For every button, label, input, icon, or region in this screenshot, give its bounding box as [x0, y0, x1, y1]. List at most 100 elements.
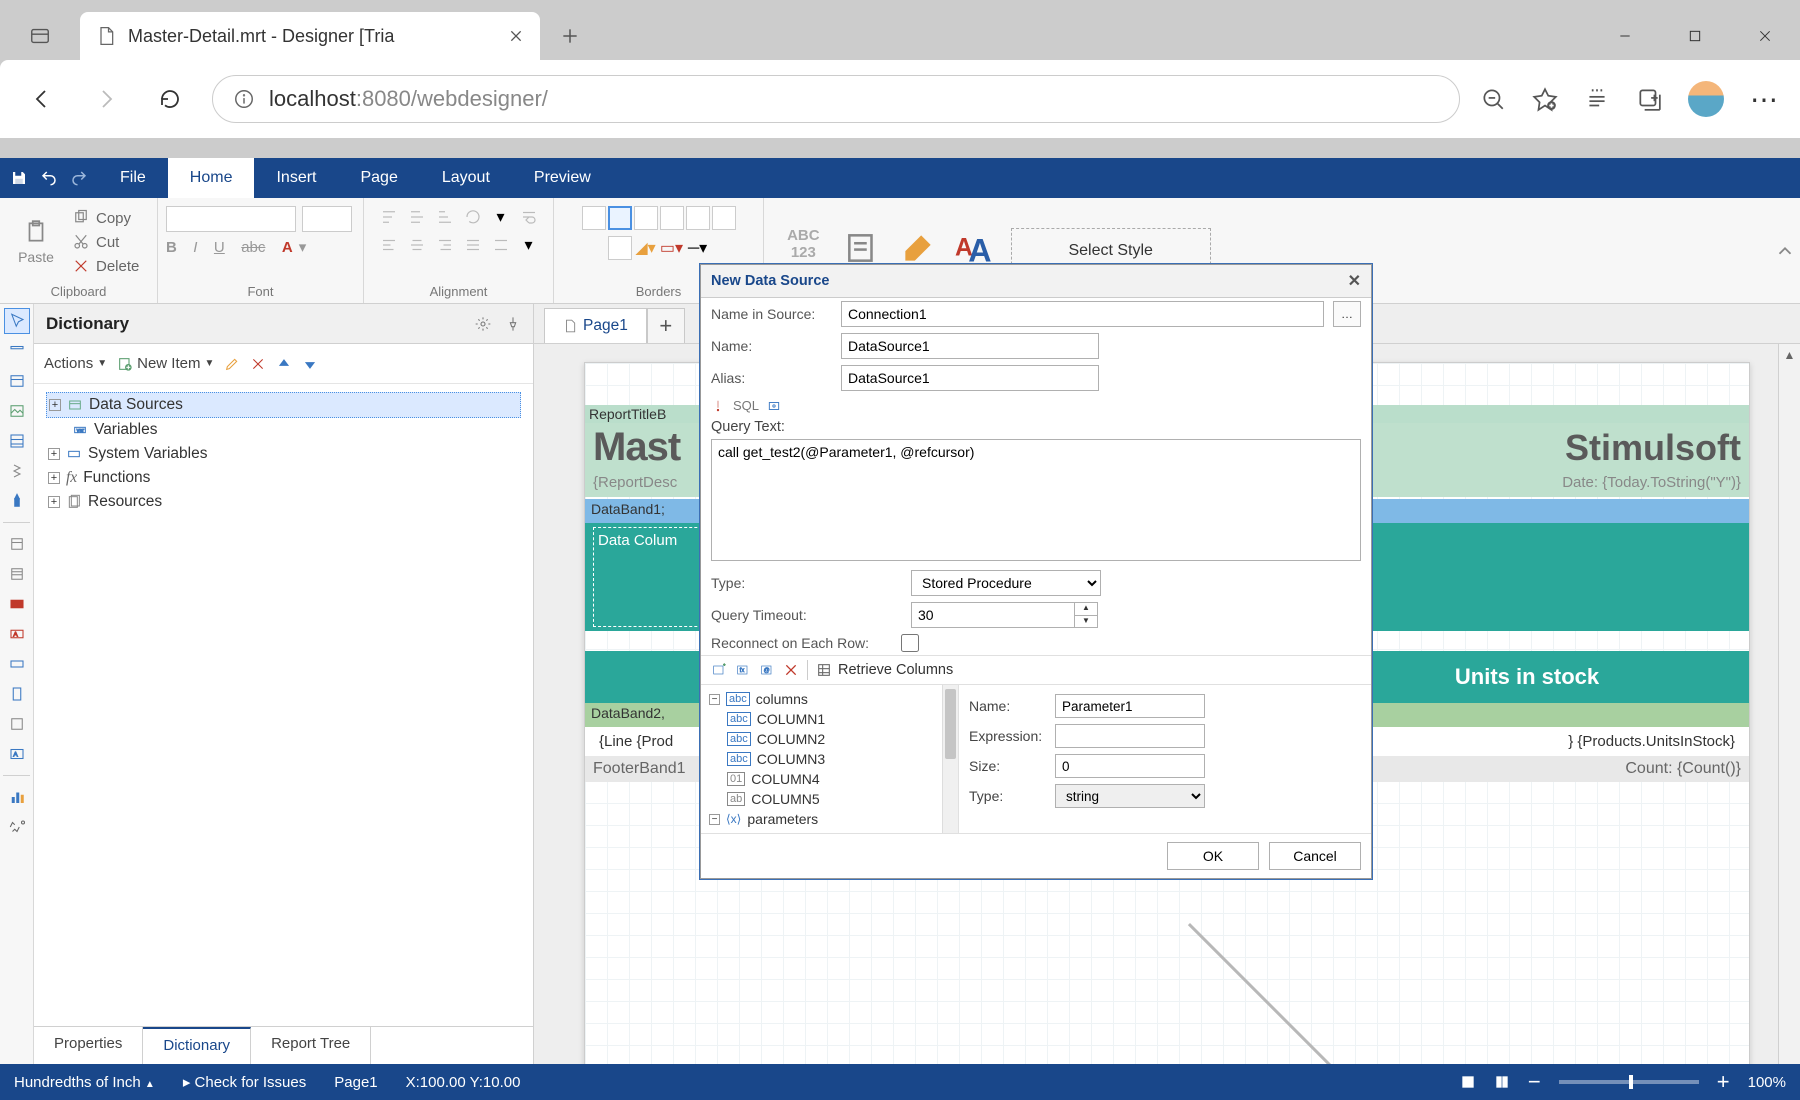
dictionary-panel: Dictionary Actions ▼ New Item ▼ +Data So…: [34, 304, 534, 1064]
name-in-source-browse[interactable]: …: [1333, 301, 1361, 327]
menu-file[interactable]: File: [98, 158, 168, 198]
more-menu-button[interactable]: ⋯: [1750, 83, 1780, 116]
param-expression-input[interactable]: [1055, 724, 1205, 748]
actions-menu[interactable]: Actions ▼: [44, 355, 107, 372]
sql-edit-icon[interactable]: [767, 399, 781, 413]
ok-button[interactable]: OK: [1167, 842, 1259, 870]
menu-page[interactable]: Page: [338, 158, 419, 198]
columns-tree[interactable]: −abccolumns abcCOLUMN1 abcCOLUMN2 abcCOL…: [701, 685, 959, 833]
type-select[interactable]: Stored Procedure: [911, 570, 1101, 596]
forward-button[interactable]: [84, 77, 128, 121]
pin-icon[interactable]: [505, 316, 521, 332]
name-input[interactable]: [841, 333, 1099, 359]
dialog-titlebar[interactable]: New Data Source ✕: [701, 265, 1371, 298]
param-name-input[interactable]: [1055, 694, 1205, 718]
move-down-icon[interactable]: [302, 356, 318, 372]
font-family-select[interactable]: [166, 206, 296, 232]
dialog-close-button[interactable]: ✕: [1348, 271, 1361, 291]
window-controls: [1590, 12, 1800, 60]
zoom-out-button[interactable]: −: [1528, 1069, 1541, 1095]
align-top-icon[interactable]: [378, 206, 400, 228]
delete-button[interactable]: Delete: [68, 255, 143, 277]
tool-pointer[interactable]: [4, 308, 30, 334]
redo-icon[interactable]: [70, 169, 88, 187]
back-button[interactable]: [20, 77, 64, 121]
site-info-icon[interactable]: [233, 88, 255, 110]
zoom-slider[interactable]: [1559, 1080, 1699, 1084]
collections-icon[interactable]: [1636, 86, 1662, 112]
tree-data-sources[interactable]: +Data Sources: [46, 392, 521, 418]
menu-preview[interactable]: Preview: [512, 158, 613, 198]
name-in-source-input[interactable]: [841, 301, 1324, 327]
zoom-in-button[interactable]: +: [1717, 1069, 1730, 1095]
border-none-button[interactable]: [608, 206, 632, 230]
new-calc-column-icon[interactable]: fx: [735, 662, 751, 678]
svg-text:@: @: [764, 668, 770, 674]
timeout-spinner[interactable]: ▲▼: [1074, 602, 1098, 628]
minimize-button[interactable]: [1590, 12, 1660, 60]
tabs-overview-icon[interactable]: [0, 12, 80, 60]
retrieve-columns-button[interactable]: Retrieve Columns: [816, 662, 953, 678]
browser-tab[interactable]: Master-Detail.mrt - Designer [Tria: [80, 12, 540, 60]
view-mode-2-icon[interactable]: [1494, 1074, 1510, 1090]
align-bottom-icon[interactable]: [434, 206, 456, 228]
edit-icon[interactable]: [224, 356, 240, 372]
tree-functions[interactable]: +fxFunctions: [46, 466, 521, 490]
zoom-icon[interactable]: [1480, 86, 1506, 112]
new-param-icon[interactable]: @: [759, 662, 775, 678]
columns-tree-scrollbar[interactable]: [942, 685, 958, 833]
font-size-select[interactable]: [302, 206, 352, 232]
page-tab-page1[interactable]: Page1: [544, 308, 647, 343]
view-mode-1-icon[interactable]: [1460, 1074, 1476, 1090]
paste-button[interactable]: Paste: [8, 205, 64, 279]
query-text-input[interactable]: [711, 439, 1361, 561]
reconnect-checkbox[interactable]: [901, 634, 919, 652]
add-page-button[interactable]: +: [647, 308, 685, 343]
tab-report-tree[interactable]: Report Tree: [251, 1027, 371, 1064]
maximize-button[interactable]: [1660, 12, 1730, 60]
settings-icon[interactable]: [475, 316, 491, 332]
collapse-ribbon-icon[interactable]: [1774, 240, 1796, 262]
copy-button[interactable]: Copy: [68, 207, 143, 229]
border-all-button[interactable]: [582, 206, 606, 230]
delete-icon[interactable]: [250, 356, 266, 372]
wrap-icon[interactable]: [518, 206, 540, 228]
remove-column-icon[interactable]: [783, 662, 799, 678]
unit-selector[interactable]: Hundredths of Inch ▲: [14, 1074, 155, 1091]
menu-home[interactable]: Home: [168, 158, 255, 198]
move-up-icon[interactable]: [276, 356, 292, 372]
alias-input[interactable]: [841, 365, 1099, 391]
query-timeout-input[interactable]: [911, 602, 1075, 628]
tree-resources[interactable]: +Resources: [46, 490, 521, 514]
new-item-menu[interactable]: New Item ▼: [117, 355, 214, 372]
cancel-button[interactable]: Cancel: [1269, 842, 1361, 870]
tree-variables[interactable]: varVariables: [70, 418, 521, 442]
ribbon-font: B I U abc A▾ Font: [158, 198, 364, 303]
menu-insert[interactable]: Insert: [254, 158, 338, 198]
vertical-scrollbar[interactable]: ▲: [1778, 344, 1800, 1064]
param-size-input[interactable]: [1055, 754, 1205, 778]
close-window-button[interactable]: [1730, 12, 1800, 60]
tab-dictionary[interactable]: Dictionary: [143, 1027, 251, 1064]
tab-properties[interactable]: Properties: [34, 1027, 143, 1064]
favorites-list-icon[interactable]: [1584, 86, 1610, 112]
report-brand-text: Stimulsoft: [1565, 427, 1741, 469]
profile-avatar[interactable]: [1688, 81, 1724, 117]
new-tab-button[interactable]: [540, 12, 600, 60]
check-issues[interactable]: ▸ Check for Issues: [183, 1073, 306, 1091]
close-tab-icon[interactable]: [508, 28, 524, 44]
tree-system-variables[interactable]: +System Variables: [46, 442, 521, 466]
url-box[interactable]: localhost:8080/webdesigner/: [212, 75, 1460, 123]
reload-button[interactable]: [148, 77, 192, 121]
toolbox-rail: A A A: [0, 304, 34, 1064]
align-middle-icon[interactable]: [406, 206, 428, 228]
undo-icon[interactable]: [40, 169, 58, 187]
save-icon[interactable]: [10, 169, 28, 187]
favorite-icon[interactable]: [1532, 86, 1558, 112]
new-column-icon[interactable]: [711, 662, 727, 678]
zoom-level[interactable]: 100%: [1748, 1074, 1786, 1091]
rotate-icon[interactable]: [462, 206, 484, 228]
cut-button[interactable]: Cut: [68, 231, 143, 253]
param-type-select[interactable]: string: [1055, 784, 1205, 808]
menu-layout[interactable]: Layout: [420, 158, 512, 198]
